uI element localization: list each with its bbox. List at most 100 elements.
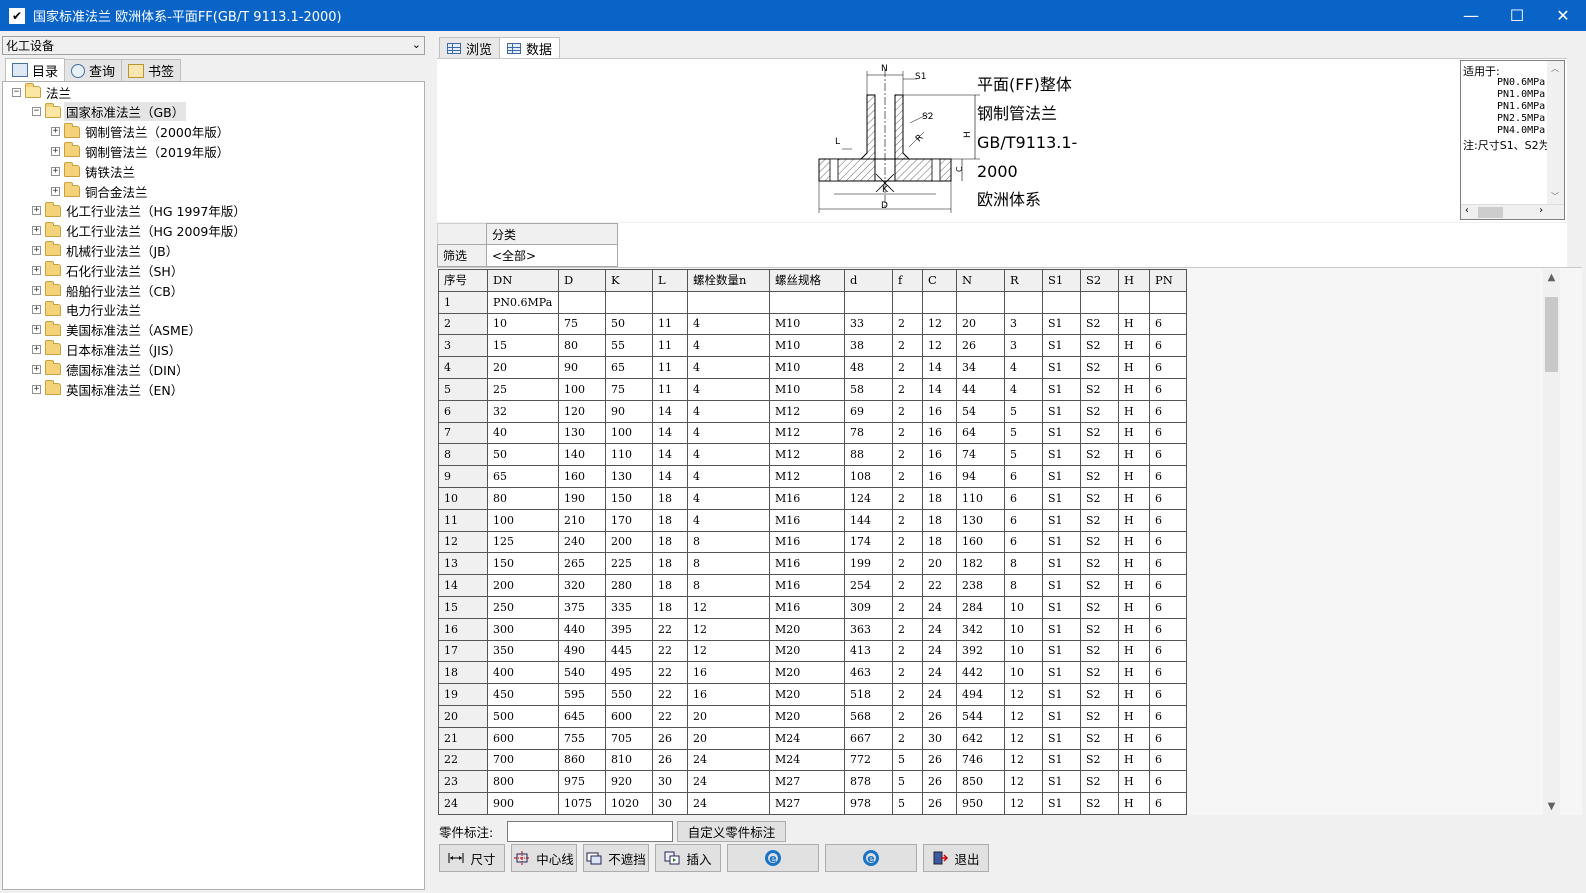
column-header[interactable]: C bbox=[922, 269, 957, 292]
table-cell[interactable]: 363 bbox=[844, 617, 893, 641]
tree-node[interactable]: + 钢制管法兰（2019年版） bbox=[51, 142, 231, 160]
table-cell[interactable]: M20 bbox=[769, 704, 845, 728]
table-cell[interactable]: 24 bbox=[687, 748, 770, 772]
table-cell[interactable]: 12 bbox=[1004, 704, 1043, 728]
table-cell[interactable]: 210 bbox=[558, 508, 606, 532]
table-cell[interactable]: S1 bbox=[1042, 726, 1081, 750]
table-cell[interactable]: S2 bbox=[1080, 726, 1119, 750]
table-cell[interactable]: S1 bbox=[1042, 792, 1081, 815]
table-cell[interactable]: S1 bbox=[1042, 748, 1081, 772]
table-cell[interactable]: S2 bbox=[1080, 552, 1119, 576]
category-combo[interactable]: 化工设备 ⌄ bbox=[2, 36, 425, 55]
table-cell[interactable]: 4 bbox=[687, 399, 770, 423]
table-cell[interactable]: 240 bbox=[558, 530, 606, 554]
table-cell[interactable]: 642 bbox=[956, 726, 1005, 750]
table-cell[interactable]: 5 bbox=[892, 770, 923, 794]
table-cell[interactable]: PN0.6MPa bbox=[487, 290, 559, 314]
table-row[interactable]: 8 50 140 110 14 4 M12 88 2 16 74 5 S1 S2 H 6 bbox=[438, 443, 1187, 467]
table-cell[interactable]: 10 bbox=[1004, 595, 1043, 619]
table-cell[interactable]: 124 bbox=[844, 486, 893, 510]
column-header[interactable]: K bbox=[605, 269, 653, 292]
column-header[interactable]: 螺栓数量n bbox=[687, 269, 770, 292]
table-cell[interactable]: M20 bbox=[769, 661, 845, 685]
table-cell[interactable]: 26 bbox=[652, 726, 688, 750]
table-cell[interactable]: 2 bbox=[892, 683, 923, 706]
table-cell[interactable]: 6 bbox=[1004, 486, 1043, 510]
expand-plus-icon[interactable]: + bbox=[51, 166, 60, 176]
table-cell[interactable] bbox=[922, 290, 957, 314]
table-cell[interactable]: 8 bbox=[1004, 574, 1043, 597]
catalog-tree[interactable]: − 法兰 − 国家标准法兰（GB） + 钢制管法兰（2000年版） + 钢制管法兰（2019年… bbox=[2, 81, 425, 890]
table-row[interactable]: 4 20 90 65 11 4 M10 48 2 14 34 4 S1 S2 H 6 bbox=[438, 356, 1187, 379]
table-cell[interactable]: 32 bbox=[487, 399, 559, 423]
table-cell[interactable]: 495 bbox=[605, 661, 653, 685]
table-row[interactable]: 17 350 490 445 22 12 M20 413 2 24 392 10 S1 S2 H 6 bbox=[438, 639, 1187, 663]
table-cell[interactable]: 65 bbox=[487, 465, 559, 488]
table-cell[interactable]: 24 bbox=[687, 770, 770, 794]
table-cell[interactable]: H bbox=[1118, 704, 1150, 728]
table-cell[interactable]: 284 bbox=[956, 595, 1005, 619]
table-cell[interactable]: 24 bbox=[922, 639, 957, 663]
table-cell[interactable]: 10 bbox=[1004, 639, 1043, 663]
table-cell[interactable]: 20 bbox=[687, 726, 770, 750]
table-cell[interactable] bbox=[652, 290, 688, 314]
table-cell[interactable] bbox=[687, 290, 770, 314]
expand-plus-icon[interactable]: + bbox=[32, 325, 41, 335]
table-cell[interactable]: 12 bbox=[1004, 792, 1043, 815]
table-cell[interactable]: S1 bbox=[1042, 639, 1081, 663]
table-cell[interactable] bbox=[1118, 290, 1150, 314]
table-cell[interactable]: 18 bbox=[652, 552, 688, 576]
table-cell[interactable]: 400 bbox=[487, 661, 559, 685]
table-cell[interactable]: 6 bbox=[1149, 486, 1187, 510]
table-cell[interactable]: 4 bbox=[687, 421, 770, 445]
table-cell[interactable]: 2 bbox=[892, 595, 923, 619]
table-cell[interactable]: 392 bbox=[956, 639, 1005, 663]
table-cell[interactable]: 4 bbox=[1004, 356, 1043, 379]
table-cell[interactable]: M16 bbox=[769, 595, 845, 619]
table-cell[interactable]: 1020 bbox=[605, 792, 653, 815]
table-cell[interactable] bbox=[844, 290, 893, 314]
table-cell[interactable]: H bbox=[1118, 595, 1150, 619]
size-button[interactable]: 尺寸 bbox=[439, 844, 505, 872]
table-cell[interactable]: 250 bbox=[487, 595, 559, 619]
table-cell[interactable]: 11 bbox=[652, 356, 688, 379]
custom-part-label-button[interactable]: 自定义零件标注 bbox=[677, 820, 786, 842]
table-cell[interactable]: 4 bbox=[687, 377, 770, 401]
tree-node[interactable]: + 电力行业法兰 bbox=[32, 300, 143, 319]
table-cell[interactable] bbox=[558, 290, 606, 314]
expand-plus-icon[interactable]: + bbox=[32, 226, 41, 236]
table-cell[interactable]: 265 bbox=[558, 552, 606, 576]
table-cell[interactable]: 174 bbox=[844, 530, 893, 554]
row-number-cell[interactable]: 5 bbox=[438, 377, 488, 401]
table-cell[interactable]: S1 bbox=[1042, 595, 1081, 619]
table-cell[interactable]: 94 bbox=[956, 465, 1005, 488]
table-cell[interactable]: 2 bbox=[892, 443, 923, 467]
table-cell[interactable]: S2 bbox=[1080, 334, 1119, 358]
table-cell[interactable]: 14 bbox=[652, 443, 688, 467]
table-cell[interactable]: 18 bbox=[922, 530, 957, 554]
row-number-cell[interactable]: 10 bbox=[438, 486, 488, 510]
table-cell[interactable]: 6 bbox=[1149, 552, 1187, 576]
table-cell[interactable]: 225 bbox=[605, 552, 653, 576]
table-cell[interactable]: H bbox=[1118, 508, 1150, 532]
table-cell[interactable]: 8 bbox=[687, 530, 770, 554]
table-cell[interactable]: 950 bbox=[956, 792, 1005, 815]
table-cell[interactable]: 130 bbox=[605, 465, 653, 488]
table-cell[interactable]: 3 bbox=[1004, 312, 1043, 336]
table-cell[interactable]: 75 bbox=[605, 377, 653, 401]
table-cell[interactable]: 4 bbox=[687, 334, 770, 358]
tab-bookmark[interactable]: 书签 bbox=[121, 59, 182, 81]
table-cell[interactable]: S2 bbox=[1080, 377, 1119, 401]
table-cell[interactable]: S2 bbox=[1080, 704, 1119, 728]
table-cell[interactable]: 6 bbox=[1149, 530, 1187, 554]
table-cell[interactable]: S2 bbox=[1080, 356, 1119, 379]
table-cell[interactable]: 120 bbox=[558, 399, 606, 423]
row-number-cell[interactable]: 19 bbox=[438, 683, 488, 706]
table-row[interactable]: 15 250 375 335 18 12 M16 309 2 24 284 10 S1 S2 H 6 bbox=[438, 595, 1187, 619]
table-cell[interactable]: M20 bbox=[769, 639, 845, 663]
table-cell[interactable]: 8 bbox=[687, 574, 770, 597]
table-row[interactable]: 14 200 320 280 18 8 M16 254 2 22 238 8 S1 S2 H 6 bbox=[438, 574, 1187, 597]
table-cell[interactable]: 90 bbox=[605, 399, 653, 423]
table-cell[interactable]: S2 bbox=[1080, 530, 1119, 554]
table-cell[interactable]: 110 bbox=[956, 486, 1005, 510]
